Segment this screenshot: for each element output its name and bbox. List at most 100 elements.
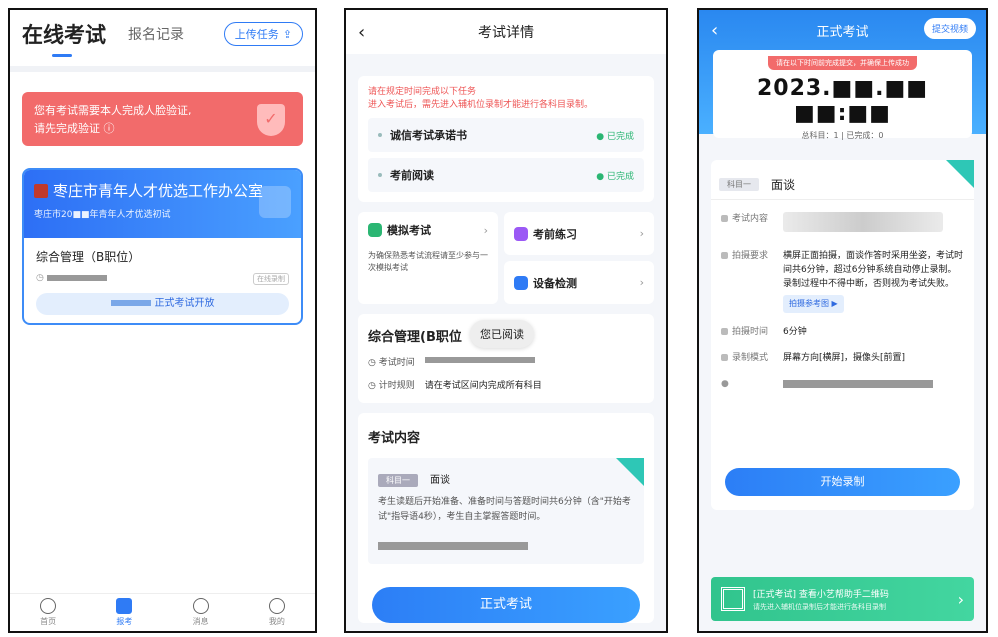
device-check-button[interactable]: 设备检测 › [504,261,654,304]
read-toast: 您已阅读 [470,320,534,348]
practice-button[interactable]: 考前练习 › [504,212,654,255]
org-name: 枣庄市青年人才优选工作办公室 [53,182,264,200]
qr-code-icon [721,587,745,611]
apply-icon [116,598,133,614]
chevron-right-icon: › [957,589,964,609]
task-label: 诚信考试承诺书 [390,129,467,142]
tab-registration-records[interactable]: 报名记录 [128,24,184,44]
alert-line2: 请先完成验证 [34,122,100,135]
task-status: ● 已完成 [596,131,634,142]
bottom-tabbar: 首页 报考 消息 我的 [10,593,315,631]
exam-card-header: 枣庄市青年人才优选工作办公室 枣庄市20■■年青年人才优选初试 [24,170,301,238]
action-grid: 模拟考试 › 为确保熟悉考试流程请至少参与一次模拟考试 考前练习 › 设备检测 › [358,212,654,304]
clock-icon: ◷ [36,273,111,285]
timing-value: 请在考试区间内完成所有科目 [424,381,542,391]
chevron-right-icon: › [639,276,644,289]
phone-exam-detail: ‹ 考试详情 请在规定时间完成以下任务 进入考试后，需先进入辅机位录制才能进行各… [344,8,668,633]
phone-exam-list: 在线考试 报名记录 上传任务 ⇪ 您有考试需要本人完成人脸验证, 请先完成验证 ⓘ… [8,8,317,633]
task-row-pledge[interactable]: 诚信考试承诺书 ● 已完成 [368,118,644,152]
qr-help-bar[interactable]: [正式考试] 查看小艺帮助手二维码 请先进入辅机位录制后才能进行各科目录制 › [711,577,974,621]
header: 在线考试 报名记录 上传任务 ⇪ [10,10,315,58]
subject-name: 面谈 [771,178,796,192]
tab-profile[interactable]: 我的 [239,594,315,631]
start-exam-button[interactable]: 正式考试 [372,587,640,623]
back-icon[interactable]: ‹ [358,22,365,43]
submit-video-button[interactable]: 提交视频 [923,18,976,39]
exam-info-panel: 综合管理(B职位 您已阅读 ◷ 考试时间 ◷ 计时规则 请在考试区间内完成所有科目 [358,314,654,403]
status-text: 已完成 [606,171,634,182]
exam-time-label: 考试时间 [378,358,415,368]
org-subtitle: 枣庄市20■■年青年人才优选初试 [34,210,171,220]
mock-exam-card[interactable]: 模拟考试 › 为确保熟悉考试流程请至少参与一次模拟考试 [358,212,498,304]
top-banner: ‹ 正式考试 提交视频 请在以下时间前完成提交，并确保上传成功 2023.■■.… [699,10,986,140]
upload-task-button[interactable]: 上传任务 ⇪ [223,22,303,46]
bullet-icon [378,173,382,177]
practice-icon [514,226,528,241]
deadline-card: 请在以下时间前完成提交，并确保上传成功 2023.■■.■■ ■■:■■ 总科目… [713,50,972,140]
timing-label: 计时规则 [378,381,415,391]
task-status: ● 已完成 [596,171,634,182]
mock-exam-label: 模拟考试 [387,224,431,237]
content-label: 考试内容 [721,212,783,237]
timer-icon: ◷ 计时规则 [368,381,415,391]
tab-home[interactable]: 首页 [10,594,86,631]
org-logo-icon [34,183,48,198]
bullet-icon [378,133,382,137]
start-recording-button[interactable]: 开始录制 [725,468,960,496]
task-row-reading[interactable]: 考前阅读 ● 已完成 [368,158,644,192]
subject-desc: 考生读题后开始准备、准备时间与答题时间共6分钟（含"开始考试"指导语4秒），考生… [378,497,631,522]
subject-tag: 科目一 [378,474,418,487]
subject-count: 总科目：1 | 已完成：0 [801,131,884,140]
duration-value: 6分钟 [783,327,807,337]
page-title: 正式考试 [816,24,869,40]
subject-card: 科目一 面谈 考生读题后开始准备、准备时间与答题时间共6分钟（含"开始考试"指导语… [368,458,644,564]
alert-line1: 您有考试需要本人完成人脸验证, [34,104,192,117]
play-icon [259,186,291,218]
message-icon [192,598,209,614]
deadline-banner: 请在以下时间前完成提交，并确保上传成功 [768,56,917,70]
mode-value: 屏幕方向[横屏]，摄像头[前置] [783,353,906,363]
info-icon: ● [721,379,729,389]
upload-label: 上传任务 [234,28,279,41]
qr-title: [正式考试] 查看小艺帮助手二维码 [753,589,889,600]
exam-open-button[interactable]: 正式考试开放 [36,293,289,315]
profile-icon [268,598,285,614]
deadline-date: 2023.■■.■■ ■■:■■ [756,76,929,126]
practice-label: 考前练习 [533,227,577,241]
recording-tag: 在线录制 [253,273,289,285]
requirement-value: 横屏正面拍摄，面谈作答时采用坐姿，考试时间共6分钟，超过6分钟系统自动停止录制。… [783,251,964,289]
task-note-1: 请在规定时间完成以下任务 [368,87,477,97]
tab-label: 首页 [40,617,57,626]
blurred-content [783,212,943,232]
chevron-right-icon: › [639,227,644,240]
upload-icon: ⇪ [282,27,292,41]
requirement-label: 拍摄要求 [721,249,783,313]
phone-formal-exam: ‹ 正式考试 提交视频 请在以下时间前完成提交，并确保上传成功 2023.■■.… [697,8,988,633]
qr-subtitle: 请先进入辅机位录制后才能进行各科目录制 [753,602,886,611]
header: ‹ 考试详情 [346,10,666,54]
task-note-2: 进入考试后，需先进入辅机位录制才能进行各科目录制。 [368,100,594,110]
clock-icon: ◷ 考试时间 [368,358,415,368]
tab-label: 我的 [268,617,285,626]
subject-tag: 科目一 [719,178,759,191]
tab-messages[interactable]: 消息 [163,594,239,631]
subject-name: 综合管理（B职位） [36,250,141,264]
device-label: 设备检测 [533,276,577,290]
chevron-right-icon: › [483,223,488,237]
face-verify-alert[interactable]: 您有考试需要本人完成人脸验证, 请先完成验证 ⓘ ✓ [22,92,303,146]
tab-apply[interactable]: 报考 [86,594,162,631]
exam-open-label: 正式考试开放 [154,298,215,309]
mock-exam-icon [368,223,382,237]
exam-card[interactable]: 枣庄市青年人才优选工作办公室 枣庄市20■■年青年人才优选初试 综合管理（B职位… [22,168,303,325]
tab-online-exam[interactable]: 在线考试 [22,19,106,57]
subject-detail-panel: 科目一 面谈 考试内容 拍摄要求 横屏正面拍摄，面谈作答时采用坐姿，考试时间共6分钟… [711,160,974,510]
task-label: 考前阅读 [390,169,434,182]
mock-exam-desc: 为确保熟悉考试流程请至少参与一次模拟考试 [368,251,488,272]
device-icon [514,275,528,290]
divider [10,66,315,72]
back-icon[interactable]: ‹ [711,20,718,41]
reference-image-link[interactable]: 拍摄参考图 ▶ [783,295,844,313]
corner-badge-icon [616,458,644,486]
subject-name: 面谈 [430,475,450,486]
tab-label: 消息 [192,617,209,626]
